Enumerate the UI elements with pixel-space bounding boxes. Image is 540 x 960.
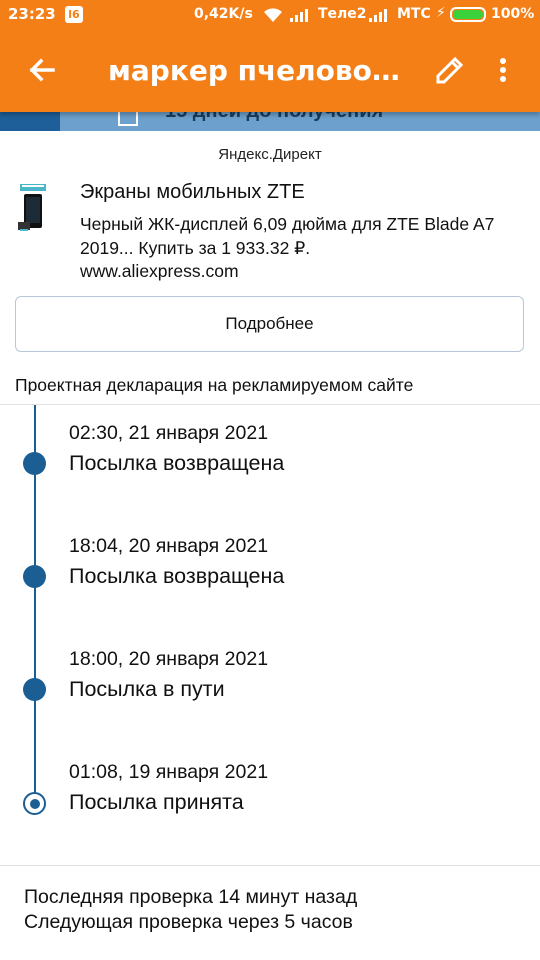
- ad-description[interactable]: Черный ЖК-дисплей 6,09 дюйма для ZTE Bla…: [80, 212, 525, 260]
- event-datetime: 18:00, 20 января 2021: [69, 648, 269, 670]
- ad-title[interactable]: Экраны мобильных ZTE: [80, 181, 305, 204]
- banner-left-panel: [0, 112, 60, 131]
- more-vert-icon[interactable]: [490, 50, 516, 90]
- event-datetime: 18:04, 20 января 2021: [69, 535, 269, 557]
- event-status: Посылка возвращена: [69, 451, 285, 475]
- ad-source-label: Яндекс.Директ: [218, 146, 322, 163]
- next-check-text: Следующая проверка через 5 часов: [24, 911, 353, 933]
- network-speed: 0,42K/s: [194, 6, 253, 22]
- ad-disclaimer[interactable]: Проектная декларация на рекламируемом са…: [15, 375, 413, 396]
- signal-icon: [290, 9, 308, 22]
- app-bar: маркер пчеловодн...: [0, 30, 540, 112]
- event-status: Посылка принята: [69, 790, 244, 814]
- event-status: Посылка возвращена: [69, 564, 285, 588]
- signal-icon: [369, 9, 387, 22]
- timeline-dot-filled: [23, 565, 46, 588]
- timeline-dot-filled: [23, 678, 46, 701]
- battery-icon: [450, 7, 486, 22]
- event-status: Посылка в пути: [69, 677, 225, 701]
- timeline-dot-current: [23, 792, 46, 815]
- page-title: маркер пчеловодн...: [108, 54, 408, 87]
- ad-details-button[interactable]: Подробнее: [15, 296, 524, 352]
- status-bar: 23:23 l6 0,42K/s Теле2 МТС ⚡ 100%: [0, 0, 540, 30]
- notification-badge-icon: l6: [65, 6, 83, 23]
- timeline-dot-filled: [23, 452, 46, 475]
- back-arrow-icon[interactable]: [20, 48, 64, 92]
- wifi-icon: [264, 8, 282, 22]
- pencil-icon[interactable]: [430, 50, 470, 90]
- banner-text: 15 дней до получения: [165, 112, 383, 123]
- banner-checkbox[interactable]: [118, 112, 138, 126]
- event-datetime: 01:08, 19 января 2021: [69, 761, 269, 783]
- days-banner: 15 дней до получения: [0, 112, 540, 131]
- status-time: 23:23: [8, 5, 56, 23]
- divider: [0, 865, 540, 866]
- carrier-name-1: Теле2: [318, 6, 367, 22]
- event-datetime: 02:30, 21 января 2021: [69, 422, 269, 444]
- phone-screen-thumbnail-icon[interactable]: [18, 182, 48, 232]
- charging-icon: ⚡: [436, 5, 446, 21]
- divider: [0, 404, 540, 405]
- carrier-name-2: МТС: [397, 6, 431, 22]
- last-check-text: Последняя проверка 14 минут назад: [24, 886, 358, 908]
- battery-level-fill: [453, 10, 483, 19]
- battery-percent: 100%: [491, 6, 535, 22]
- ad-url[interactable]: www.aliexpress.com: [80, 261, 239, 282]
